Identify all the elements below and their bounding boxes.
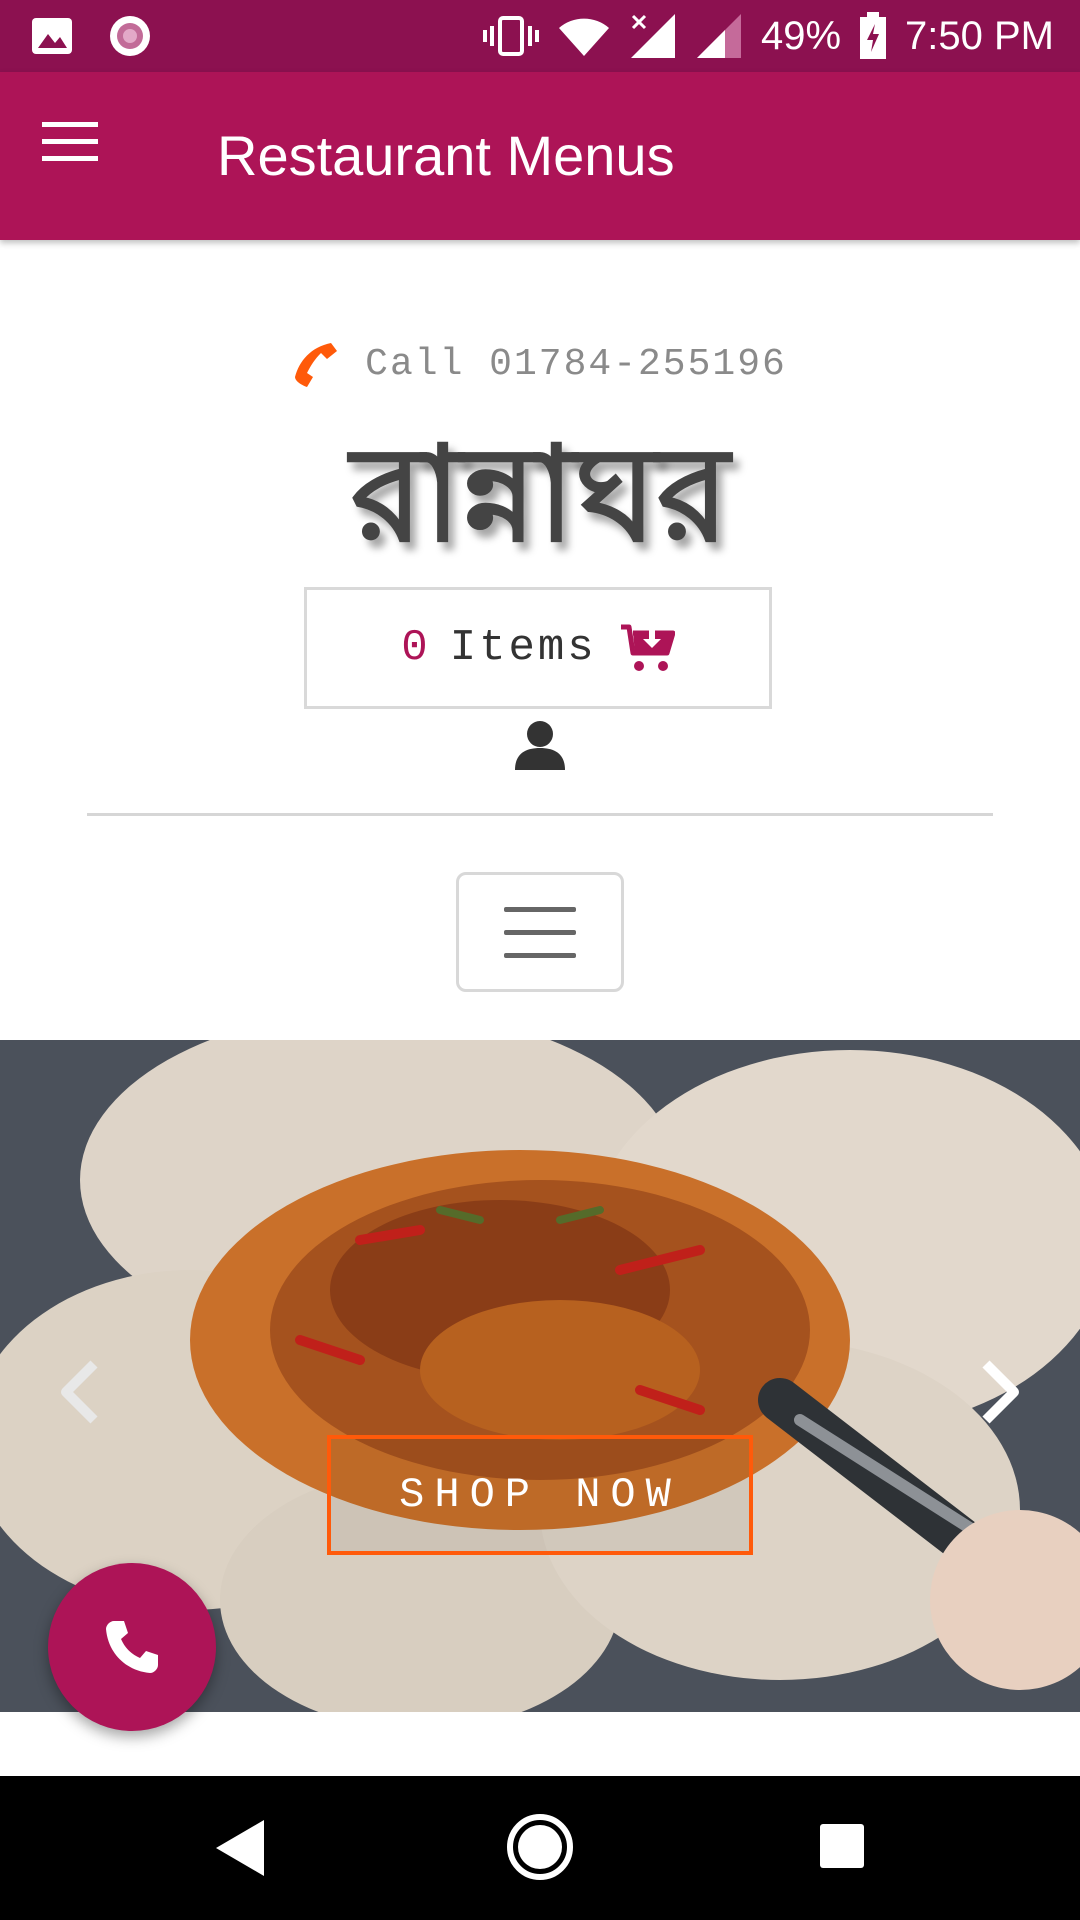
- cart-button[interactable]: 0 Items: [304, 587, 772, 709]
- wifi-icon: [557, 14, 611, 58]
- recents-icon[interactable]: [818, 1822, 866, 1875]
- phone-icon: [293, 341, 339, 387]
- status-bar: 49% 7:50 PM: [0, 0, 1080, 72]
- cart-count: 0: [401, 623, 428, 673]
- hamburger-icon-bar: [504, 930, 576, 935]
- account-button[interactable]: [513, 720, 567, 772]
- restaurant-logo-text[interactable]: রান্নাঘর: [0, 420, 1080, 570]
- home-icon[interactable]: [505, 1812, 575, 1887]
- app-bar: Restaurant Menus: [0, 72, 1080, 240]
- app-title: Restaurant Menus: [217, 124, 675, 187]
- chevron-right-icon[interactable]: [978, 1360, 1022, 1429]
- battery-charging-icon: [859, 12, 887, 60]
- user-icon: [513, 720, 567, 772]
- vibrate-icon: [482, 12, 539, 60]
- cart-download-icon: [619, 623, 675, 673]
- chevron-left-icon[interactable]: [58, 1360, 102, 1429]
- cart-label: Items: [449, 623, 597, 673]
- call-text: Call 01784-255196: [365, 342, 787, 386]
- hamburger-icon-bar: [504, 953, 576, 958]
- record-icon: [108, 14, 152, 58]
- back-icon[interactable]: [212, 1818, 268, 1883]
- hamburger-menu-button[interactable]: [40, 120, 130, 190]
- nav-toggle-button[interactable]: [456, 872, 624, 992]
- divider: [87, 813, 993, 816]
- clock: 7:50 PM: [905, 13, 1054, 58]
- battery-percentage: 49%: [760, 13, 842, 58]
- signal-x-icon: [629, 12, 677, 60]
- signal-icon: [695, 12, 743, 60]
- call-link[interactable]: Call 01784-255196: [0, 334, 1080, 394]
- call-fab-button[interactable]: [48, 1563, 216, 1731]
- hamburger-icon: [504, 907, 576, 912]
- system-nav-bar: [0, 1776, 1080, 1920]
- shop-now-button[interactable]: SHOP NOW: [327, 1435, 753, 1555]
- phone-icon: [102, 1617, 162, 1677]
- gallery-icon: [30, 16, 74, 56]
- hamburger-menu-icon: [40, 120, 130, 164]
